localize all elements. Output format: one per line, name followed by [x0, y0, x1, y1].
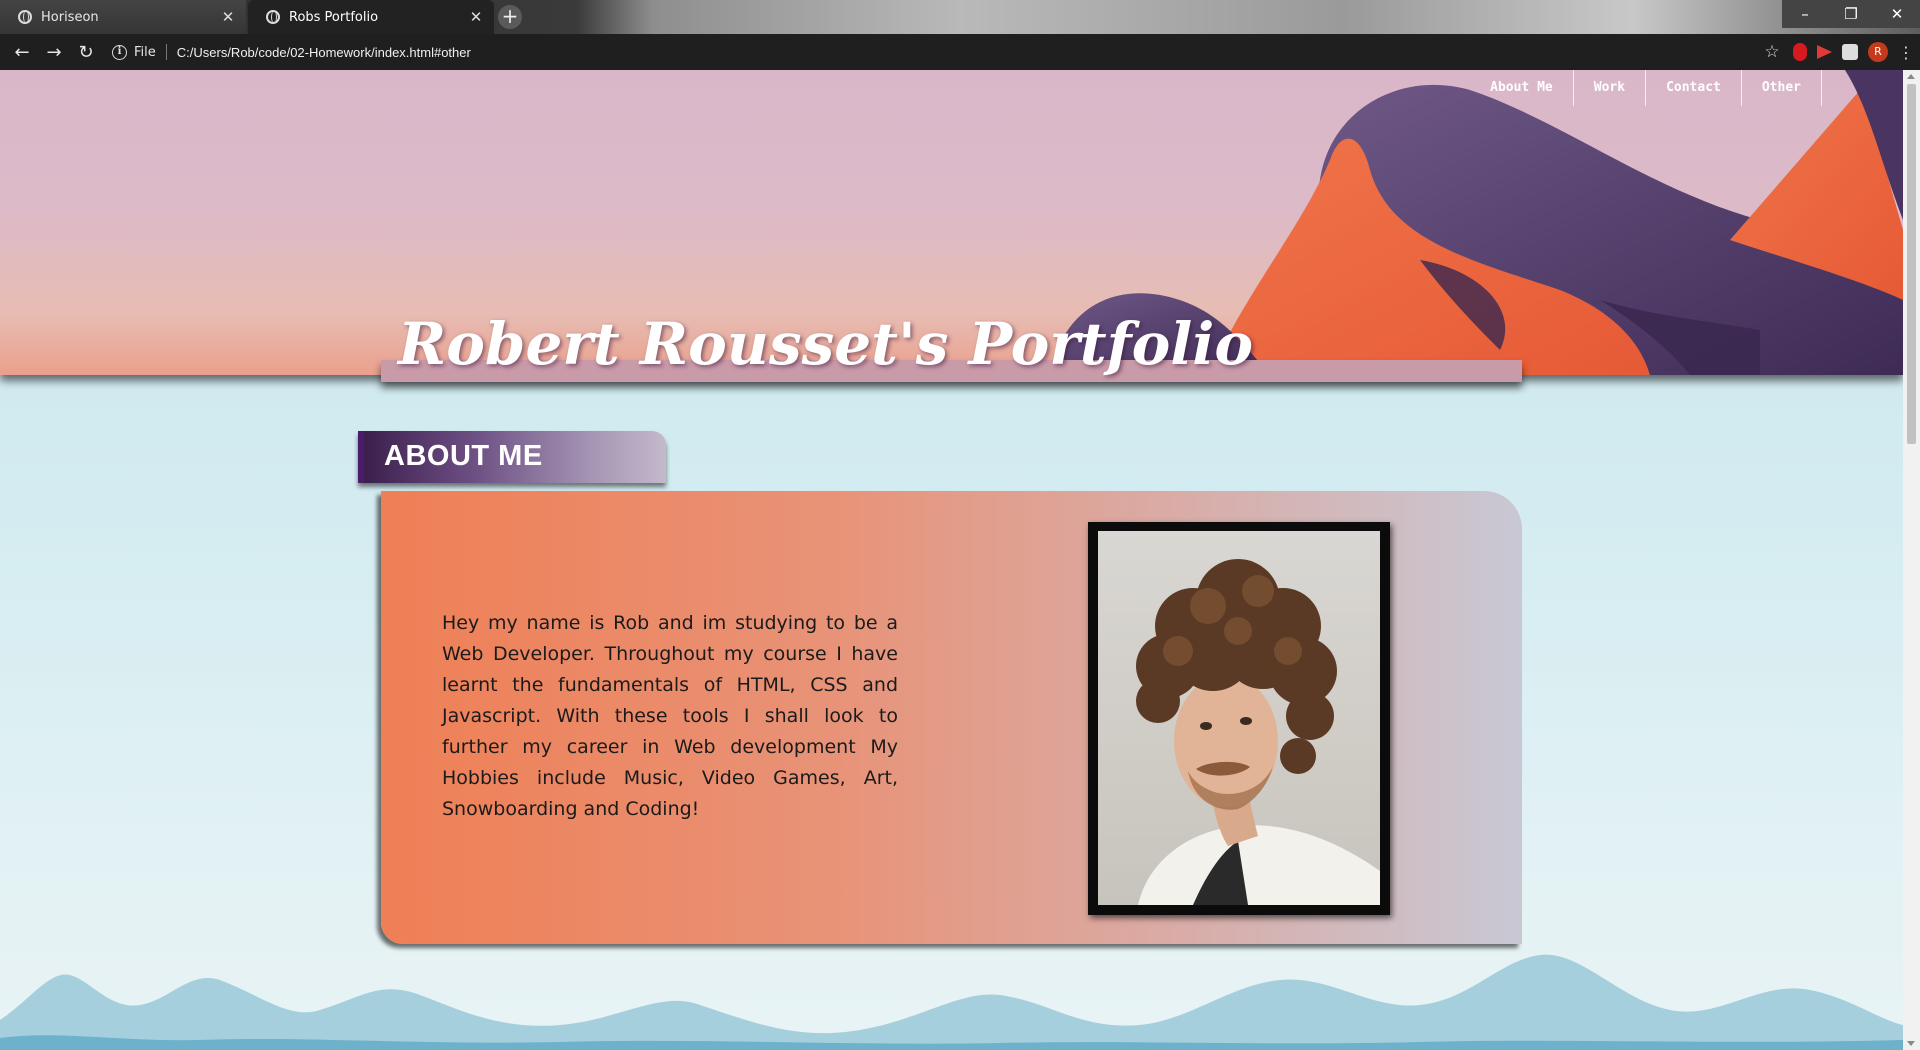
info-icon[interactable]: i [112, 44, 127, 60]
browser-tab-bar: Horiseon ✕ Robs Portfolio ✕ + – ❐ ✕ [0, 0, 1920, 34]
address-bar[interactable]: C:/Users/Rob/code/02-Homework/index.html… [177, 45, 471, 60]
about-me-text: Hey my name is Rob and im studying to be… [442, 612, 898, 820]
profile-photo-frame [1088, 522, 1390, 915]
scheme-label: File [134, 44, 156, 60]
forward-arrow-icon[interactable]: → [38, 42, 70, 63]
nav-link-contact[interactable]: Contact [1646, 70, 1742, 106]
restore-button[interactable]: ❐ [1828, 0, 1874, 28]
tab-title: Robs Portfolio [289, 9, 379, 25]
browser-toolbar: ← → ↻ i File C:/Users/Rob/code/02-Homewo… [0, 34, 1920, 70]
header-nav: About Me Work Contact Other [1470, 70, 1822, 106]
extension-arrow-icon[interactable] [1817, 45, 1832, 59]
bookmark-star-icon[interactable]: ☆ [1761, 42, 1783, 62]
extension-icon[interactable] [1793, 43, 1807, 61]
close-tab-icon[interactable]: ✕ [220, 8, 236, 26]
browser-tab-robs-portfolio[interactable]: Robs Portfolio ✕ [248, 0, 494, 34]
profile-avatar[interactable]: R [1868, 42, 1888, 62]
scroll-down-arrow-icon[interactable] [1907, 1041, 1915, 1046]
toolbar-actions: ☆ R ⋮ [1761, 42, 1920, 62]
scroll-up-arrow-icon[interactable] [1907, 74, 1915, 79]
section-heading-text: ABOUT ME [384, 440, 543, 472]
mountain-silhouette [0, 954, 1903, 1050]
tab-title: Horiseon [41, 9, 99, 25]
reload-icon[interactable]: ↻ [70, 42, 102, 63]
globe-icon [266, 10, 280, 24]
scrollbar-thumb[interactable] [1907, 84, 1916, 444]
minimize-button[interactable]: – [1782, 0, 1828, 28]
close-tab-icon[interactable]: ✕ [468, 8, 484, 26]
profile-photo-illustration [1136, 559, 1380, 905]
extensions-puzzle-icon[interactable] [1842, 44, 1858, 60]
browser-tab-horiseon[interactable]: Horiseon ✕ [0, 0, 246, 34]
nav-link-other[interactable]: Other [1742, 70, 1822, 106]
page-title: Robert Rousset's Portfolio [398, 310, 1254, 378]
close-window-button[interactable]: ✕ [1874, 0, 1920, 28]
nav-link-about-me[interactable]: About Me [1470, 70, 1574, 106]
menu-kebab-icon[interactable]: ⋮ [1898, 43, 1914, 62]
about-me-card: Hey my name is Rob and im studying to be… [381, 491, 1522, 944]
nav-link-work[interactable]: Work [1574, 70, 1647, 106]
address-divider [165, 44, 167, 60]
about-me-heading: ABOUT ME [358, 431, 666, 483]
page-scrollbar[interactable] [1903, 70, 1920, 1050]
globe-icon [18, 10, 32, 24]
profile-photo [1098, 531, 1380, 905]
page-viewport: About Me Work Contact Other Robert Rouss… [0, 70, 1903, 1050]
back-arrow-icon[interactable]: ← [6, 42, 38, 63]
new-tab-button[interactable]: + [498, 5, 522, 29]
